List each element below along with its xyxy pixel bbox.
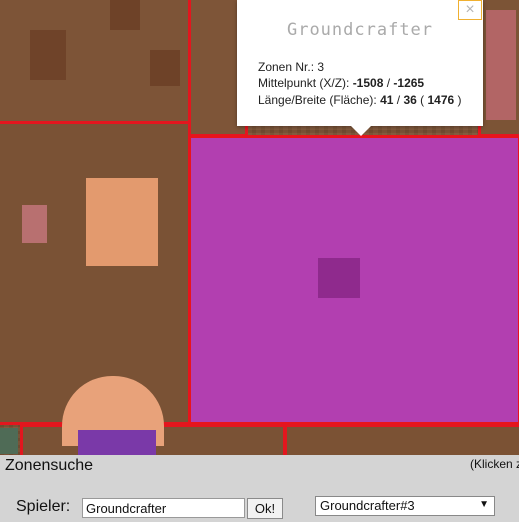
player-search-input[interactable] bbox=[82, 498, 245, 518]
zone-info-popup: Groundcrafter Zonen Nr.: 3 Mittelpunkt (… bbox=[237, 0, 483, 136]
zone-number-line: Zonen Nr.: 3 bbox=[258, 60, 325, 74]
pink-patch bbox=[22, 205, 47, 243]
mountain-blob bbox=[110, 0, 140, 30]
mountain-blob-3 bbox=[30, 30, 66, 80]
mountain-blob-2 bbox=[150, 50, 180, 86]
close-popup-button[interactable]: × bbox=[458, 0, 482, 20]
close-icon[interactable]: × bbox=[465, 1, 474, 18]
zone-search-panel: Zonensuche (Klicken z Spieler: Ok! Groun… bbox=[0, 455, 519, 522]
zone-bottom-right[interactable] bbox=[284, 424, 519, 455]
zone-select-value: Groundcrafter#3 bbox=[320, 498, 415, 513]
zone-area: 1476 bbox=[427, 93, 455, 107]
panel-title: Zonensuche bbox=[5, 457, 94, 474]
purple-patch bbox=[78, 430, 156, 455]
pink-building bbox=[486, 10, 516, 120]
center-line: Mittelpunkt (X/Z): -1508 / -1265 bbox=[258, 76, 425, 90]
zone-width: 36 bbox=[403, 93, 417, 107]
zone-number: 3 bbox=[317, 60, 325, 74]
zone-length: 41 bbox=[380, 93, 394, 107]
ok-button[interactable]: Ok! bbox=[247, 498, 283, 519]
sand-patch bbox=[86, 178, 158, 266]
chevron-down-icon: ▼ bbox=[479, 499, 489, 510]
dark-structure bbox=[318, 258, 360, 298]
zone-select-dropdown[interactable]: Groundcrafter#3 ▼ bbox=[315, 496, 495, 516]
size-line: Länge/Breite (Fläche): 41 / 36 ( 1476 ) bbox=[258, 93, 462, 107]
center-x: -1508 bbox=[352, 76, 384, 90]
center-z: -1265 bbox=[393, 76, 425, 90]
panel-hint: (Klicken z bbox=[470, 457, 519, 471]
stone-patch bbox=[0, 428, 18, 454]
popup-title: Groundcrafter bbox=[286, 20, 434, 40]
player-label: Spieler: bbox=[16, 498, 71, 515]
